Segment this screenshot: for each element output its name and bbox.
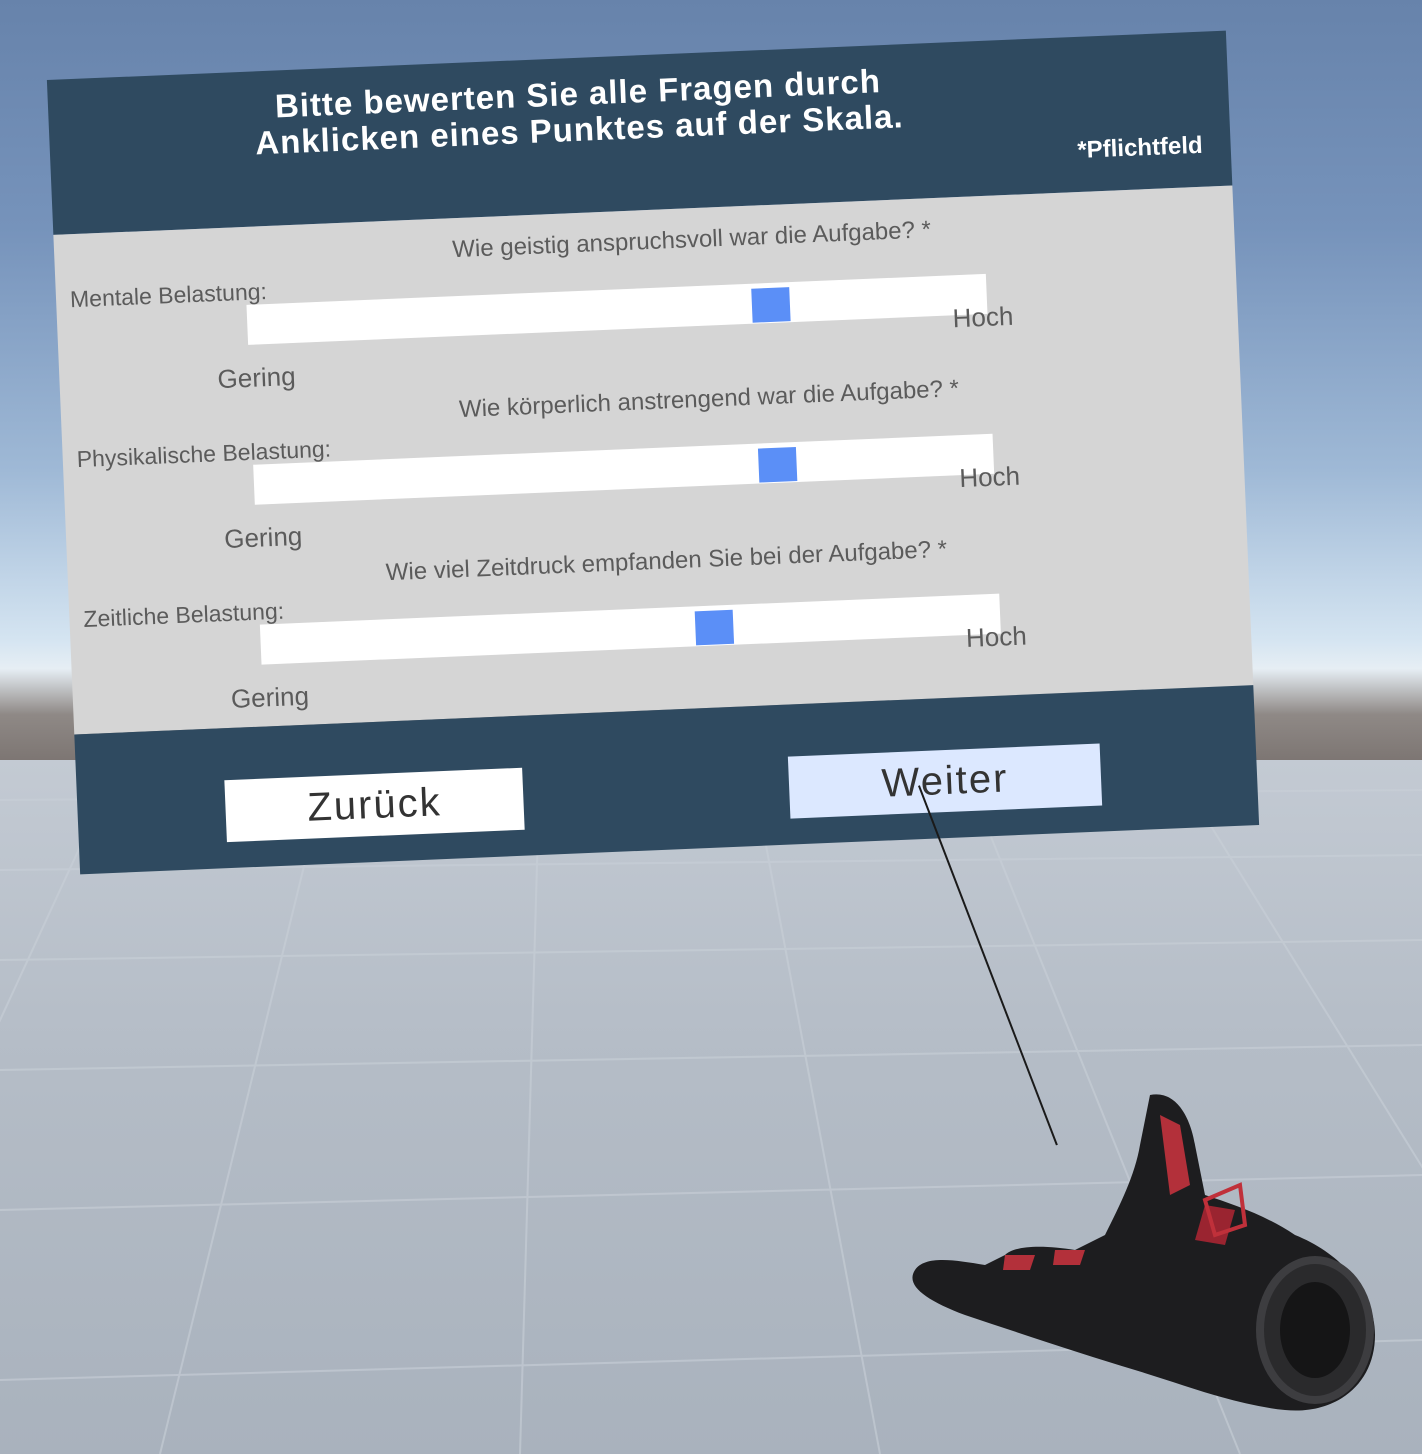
slider-handle[interactable]	[751, 287, 791, 323]
instruction-title: Bitte bewerten Sie alle Fragen durch Ank…	[254, 62, 905, 162]
back-button[interactable]: Zurück	[224, 767, 525, 843]
rating-slider-mental[interactable]	[246, 273, 988, 345]
scale-low-label: Gering	[230, 680, 310, 714]
rating-slider-temporal[interactable]	[259, 593, 1001, 665]
scale-high-label: Hoch	[965, 620, 1028, 654]
questionnaire-panel: Bitte bewerten Sie alle Fragen durch Ank…	[46, 30, 1260, 875]
required-field-note: *Pflichtfeld	[1076, 131, 1204, 164]
scale-high-label: Hoch	[958, 460, 1021, 494]
rating-slider-physical[interactable]	[253, 433, 995, 505]
slider-handle[interactable]	[694, 609, 735, 646]
question-list: Mentale Belastung: Wie geistig anspruchs…	[53, 185, 1254, 735]
vr-scene: Bitte bewerten Sie alle Fragen durch Ank…	[0, 0, 1422, 1454]
scale-low-label: Gering	[216, 360, 297, 395]
scale-low-label: Gering	[223, 520, 303, 555]
vr-glove-hand-icon	[912, 1094, 1375, 1411]
scale-high-label: Hoch	[952, 300, 1014, 334]
question-label: Zeitliche Belastung:	[82, 597, 285, 632]
question-text: Wie geistig anspruchsvoll war die Aufgab…	[451, 216, 932, 264]
slider-handle[interactable]	[757, 447, 798, 483]
question-label: Mentale Belastung:	[69, 278, 268, 313]
next-button[interactable]: Weiter	[787, 743, 1103, 819]
